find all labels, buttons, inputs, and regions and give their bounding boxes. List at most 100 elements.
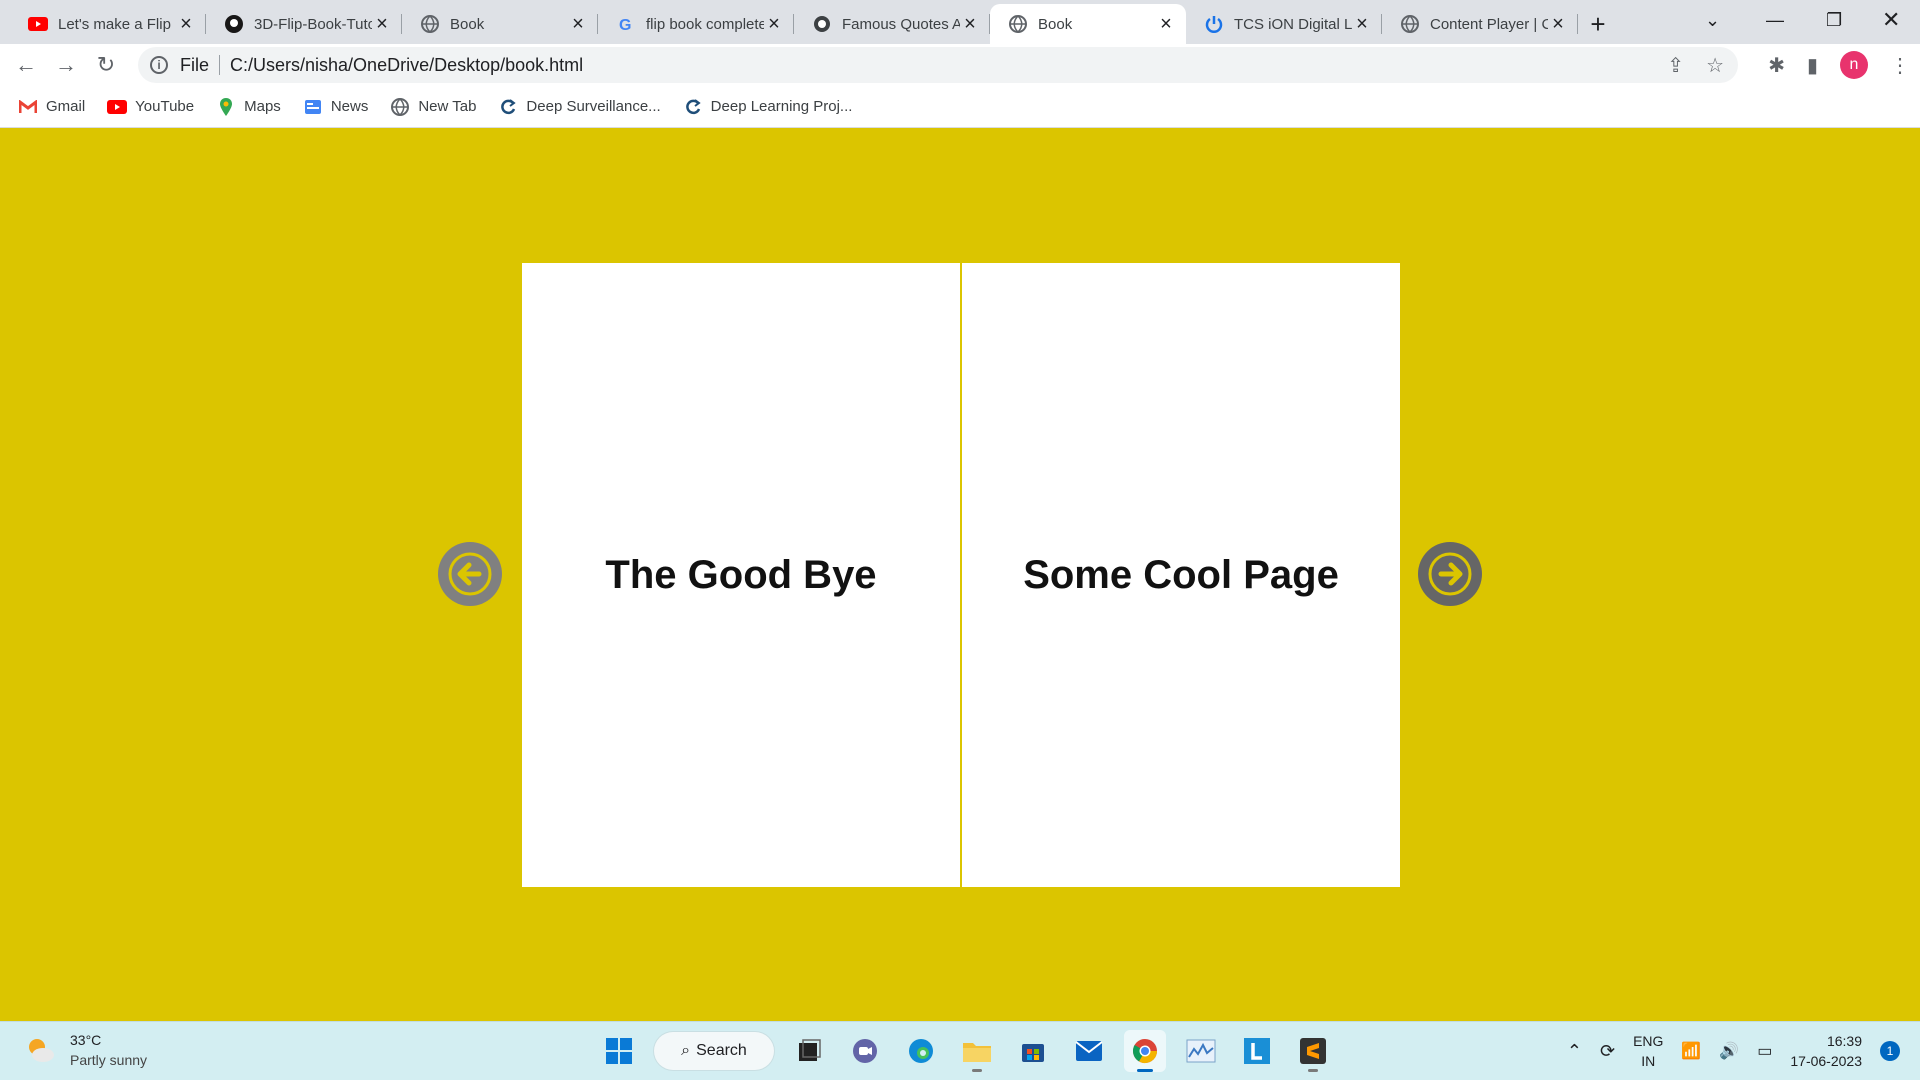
menu-kebab-icon[interactable]: ⋮ [1890, 53, 1910, 78]
bookmark-item[interactable]: Deep Learning Proj... [683, 97, 852, 117]
arrow-left-icon [448, 552, 492, 596]
close-tab-icon[interactable]: × [372, 13, 392, 36]
notification-badge[interactable]: 1 [1880, 1041, 1900, 1061]
left-page-title: The Good Bye [605, 552, 877, 597]
bookmark-item[interactable]: Deep Surveillance... [498, 97, 661, 117]
chrome-button[interactable] [1124, 1030, 1166, 1072]
bookmark-item[interactable]: News [303, 97, 368, 117]
tab-list: Let's make a Flip B × 3D-Flip-Book-Tuto × Bo… [0, 4, 1578, 44]
bookmark-item[interactable]: Maps [216, 97, 281, 117]
new-tab-button[interactable]: + [1578, 4, 1618, 44]
running-indicator [972, 1069, 982, 1072]
close-tab-icon[interactable]: × [1352, 13, 1372, 36]
close-window-button[interactable]: ✕ [1882, 0, 1900, 40]
edge-button[interactable] [900, 1030, 942, 1072]
bookmark-item[interactable]: Gmail [18, 97, 85, 117]
running-indicator [1308, 1069, 1318, 1072]
back-button[interactable]: ← [6, 45, 46, 85]
chrome-icon [1132, 1039, 1157, 1064]
wifi-icon[interactable]: 📶 [1681, 1041, 1701, 1061]
l-app-button[interactable] [1236, 1030, 1278, 1072]
bookmark-star-icon[interactable]: ☆ [1706, 53, 1724, 78]
news-icon [303, 97, 323, 117]
browser-tab[interactable]: Let's make a Flip B × [10, 4, 206, 44]
tab-search-button[interactable]: ⌄ [1705, 0, 1720, 40]
chat-icon [853, 1039, 877, 1063]
url-text[interactable]: C:/Users/nisha/OneDrive/Desktop/book.htm… [230, 55, 583, 76]
tab-title: flip book complete [646, 15, 764, 33]
close-tab-icon[interactable]: × [764, 13, 784, 36]
bookmarks-bar: Gmail YouTube Maps News New Tab Deep Surveill… [0, 86, 1920, 128]
file-explorer-button[interactable] [956, 1030, 998, 1072]
browser-tab[interactable]: TCS iON Digital Le × [1186, 4, 1382, 44]
lang-bottom: IN [1641, 1053, 1656, 1069]
close-tab-icon[interactable]: × [1548, 13, 1568, 36]
profile-avatar[interactable]: n [1840, 51, 1868, 79]
browser-tab[interactable]: Content Player | C × [1382, 4, 1578, 44]
prev-page-button[interactable] [438, 542, 502, 606]
search-icon: ⌕ [681, 1042, 691, 1059]
clock-date: 17-06-2023 [1790, 1053, 1862, 1069]
taskbar-search-label: Search [696, 1042, 747, 1059]
power-icon [1204, 14, 1224, 34]
sublime-text-button[interactable] [1292, 1030, 1334, 1072]
weather-condition: Partly sunny [70, 1052, 148, 1068]
language-indicator[interactable]: ENG IN [1633, 1031, 1663, 1071]
start-button[interactable] [598, 1030, 640, 1072]
scheme-label: File [180, 54, 210, 75]
globe-icon [390, 97, 410, 117]
right-page-title: Some Cool Page [1023, 552, 1339, 597]
sync-icon[interactable]: ⟳ [1600, 1041, 1615, 1062]
resource-monitor-button[interactable] [1180, 1030, 1222, 1072]
github-icon [224, 14, 244, 34]
forward-button[interactable]: → [46, 45, 86, 85]
close-tab-icon[interactable]: × [176, 13, 196, 36]
gmail-icon [18, 97, 38, 117]
globe-icon [1008, 14, 1028, 34]
browser-tab[interactable]: Book × [990, 4, 1186, 44]
bookmark-item[interactable]: YouTube [107, 97, 194, 117]
mail-button[interactable] [1068, 1030, 1110, 1072]
taskbar-search[interactable]: ⌕ Search [654, 1032, 774, 1070]
taskbar-apps: ⌕ Search [598, 1030, 1334, 1072]
tab-title: Book [450, 15, 485, 33]
teams-chat-button[interactable] [844, 1030, 886, 1072]
clock[interactable]: 16:39 17-06-2023 [1790, 1031, 1862, 1071]
task-view-icon [799, 1039, 821, 1061]
share-icon[interactable]: ⇪ [1667, 53, 1684, 78]
browser-tab[interactable]: Famous Quotes A × [794, 4, 990, 44]
close-tab-icon[interactable]: × [960, 13, 980, 36]
browser-tab[interactable]: Gflip book complete × [598, 4, 794, 44]
forward-arrow-icon: → [55, 52, 77, 77]
close-tab-icon[interactable]: × [568, 13, 588, 36]
book-right-page: Some Cool Page [962, 263, 1400, 887]
folder-icon [963, 1043, 991, 1062]
site-info-icon[interactable]: i [150, 56, 168, 74]
task-view-button[interactable] [788, 1030, 830, 1072]
page-viewport: The Good Bye Some Cool Page [0, 128, 1920, 1021]
minimize-button[interactable]: — [1766, 0, 1784, 40]
reload-icon: ↻ [96, 52, 116, 77]
bookmark-item[interactable]: New Tab [390, 97, 476, 117]
address-bar[interactable]: i File C:/Users/nisha/OneDrive/Desktop/b… [138, 47, 1738, 83]
youtube-icon [28, 14, 48, 34]
browser-tab[interactable]: 3D-Flip-Book-Tuto × [206, 4, 402, 44]
tab-title: 3D-Flip-Book-Tuto [254, 15, 372, 33]
volume-icon[interactable]: 🔊 [1719, 1041, 1739, 1061]
extensions-icon[interactable]: ✱ [1768, 53, 1785, 78]
next-page-button[interactable] [1418, 542, 1482, 606]
side-panel-icon[interactable]: ▮ [1807, 53, 1818, 78]
browser-tab[interactable]: Book × [402, 4, 598, 44]
arrow-right-icon [1428, 552, 1472, 596]
restore-button[interactable]: ❐ [1826, 0, 1842, 40]
weather-widget[interactable]: 33°C Partly sunny [24, 1030, 147, 1070]
back-arrow-icon: ← [15, 52, 37, 77]
windows-logo-icon [606, 1038, 632, 1064]
close-tab-icon[interactable]: × [1156, 13, 1176, 36]
quotes-site-icon [812, 14, 832, 34]
battery-icon[interactable]: ▭ [1757, 1041, 1772, 1061]
store-button[interactable] [1012, 1030, 1054, 1072]
reload-button[interactable]: ↻ [86, 45, 126, 85]
chevron-up-icon[interactable]: ⌃ [1567, 1041, 1582, 1062]
globe-icon [420, 14, 440, 34]
